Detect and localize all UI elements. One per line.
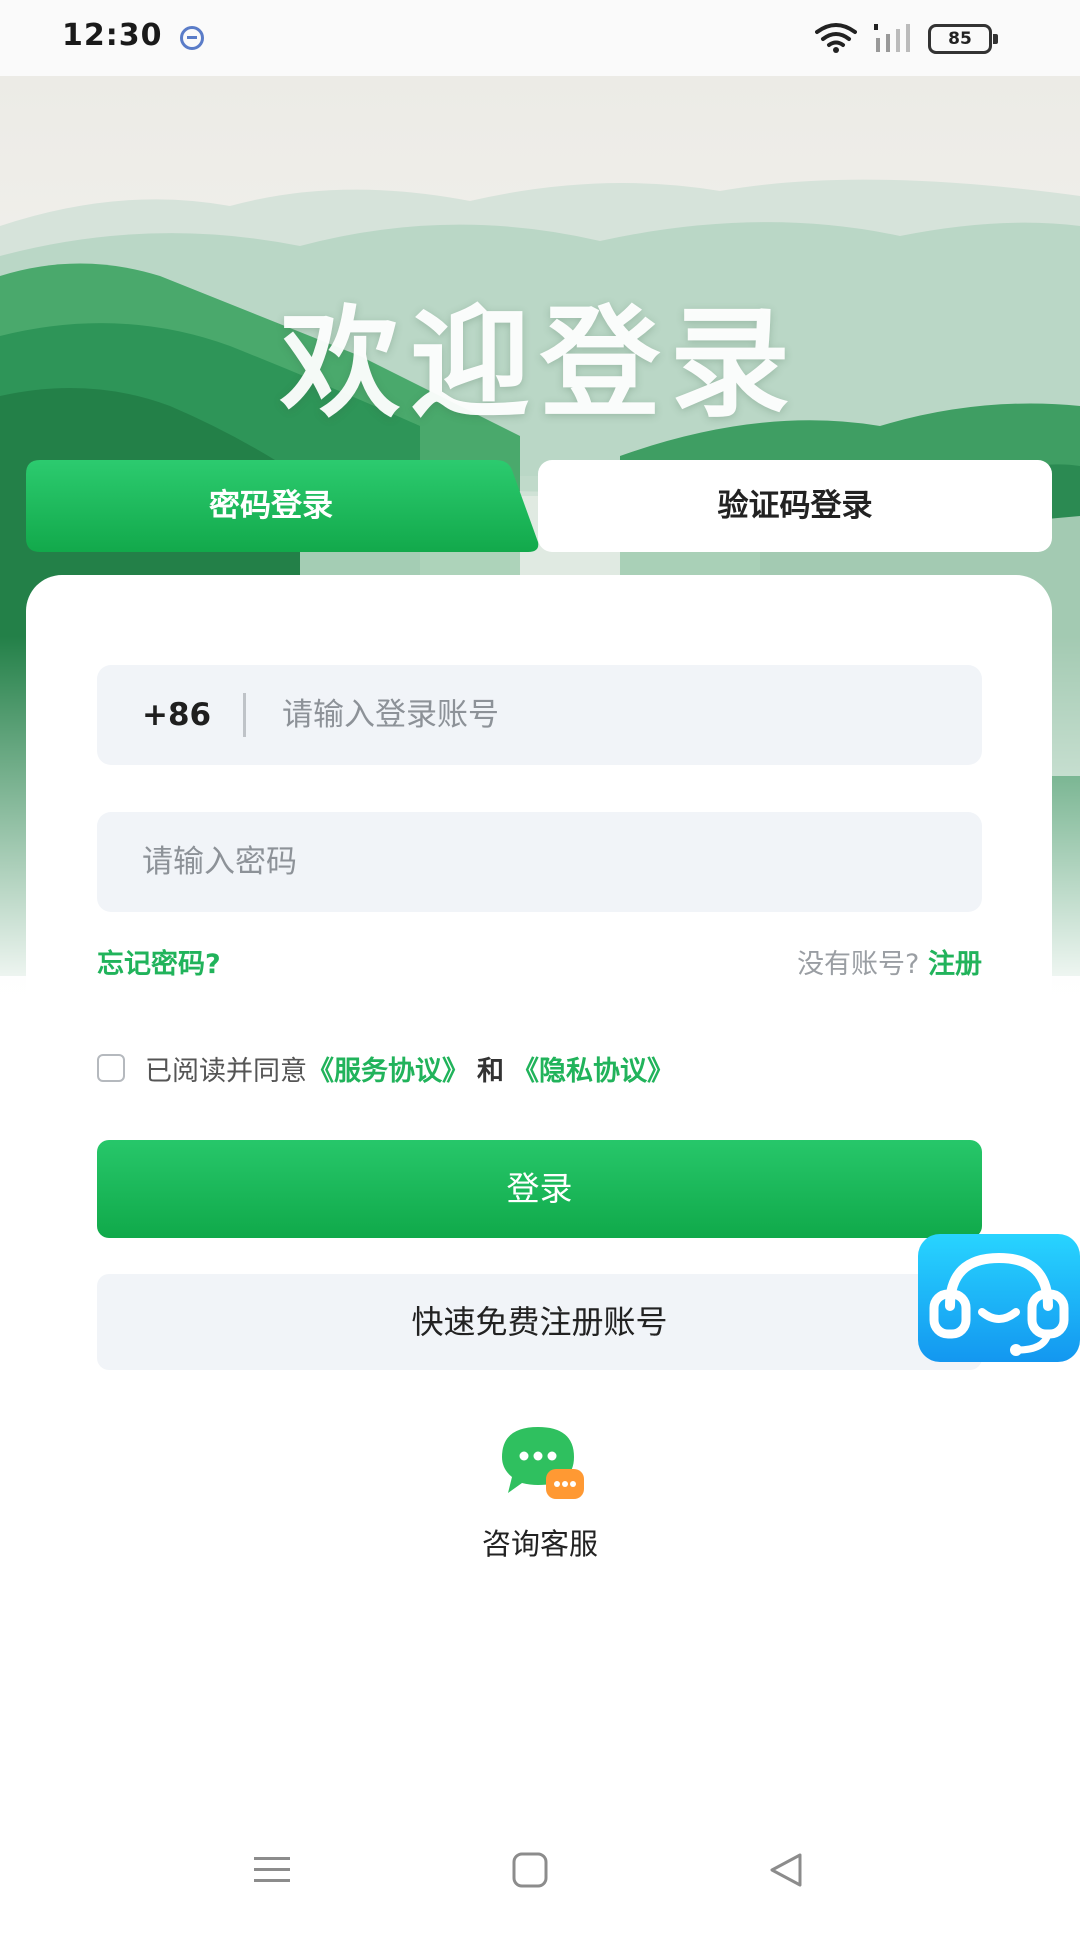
consult-service-entry[interactable]: 咨询客服 [420,1425,660,1575]
system-navigation-bar [0,1830,1080,1920]
login-button[interactable]: 登录 [97,1140,982,1238]
country-code[interactable]: +86 [142,665,211,765]
tab-sms-login-label: 验证码登录 [717,488,873,524]
forgot-password-link[interactable]: 忘记密码? [97,942,221,981]
back-icon[interactable] [766,1850,806,1890]
headset-icon [929,1252,1069,1356]
customer-service-float-button[interactable] [918,1234,1080,1362]
agreement-prefix: 已阅读并同意 [145,1055,307,1087]
password-placeholder: 请输入密码 [142,844,297,880]
welcome-title: 欢迎登录 [280,295,800,434]
agreement-row: 已阅读并同意 《服务协议》 和 《隐私协议》 [97,1048,674,1088]
quick-register-button[interactable]: 快速免费注册账号 [97,1274,982,1370]
consult-service-label: 咨询客服 [481,1527,598,1561]
account-placeholder: 请输入登录账号 [282,697,499,733]
no-account-text: 没有账号? [797,949,920,980]
tab-password-login-label: 密码登录 [209,488,333,524]
tab-password-login[interactable]: 密码登录 [26,460,540,552]
home-icon[interactable] [510,1850,550,1890]
input-divider [243,693,246,737]
status-bar: 12:30 85 [0,0,1080,76]
register-link[interactable]: 注册 [928,949,982,980]
menu-icon[interactable] [252,1850,292,1890]
register-prompt: 没有账号? 注册 [797,942,982,981]
login-card [26,575,1052,1935]
chat-bubble-icon [502,1427,584,1499]
password-input[interactable]: 请输入密码 [97,812,982,912]
battery-icon: 85 [928,24,998,54]
wifi-icon [815,23,857,53]
account-input[interactable]: +86 请输入登录账号 [97,665,982,765]
tab-sms-login[interactable]: 验证码登录 [538,460,1052,552]
service-agreement-link[interactable]: 《服务协议》 [307,1049,469,1088]
agreement-checkbox[interactable] [97,1054,125,1082]
do-not-disturb-icon [180,26,204,50]
status-time: 12:30 [62,18,163,53]
privacy-agreement-link[interactable]: 《隐私协议》 [512,1049,674,1088]
agreement-and: 和 [477,1055,504,1087]
signal-icon [874,24,910,52]
